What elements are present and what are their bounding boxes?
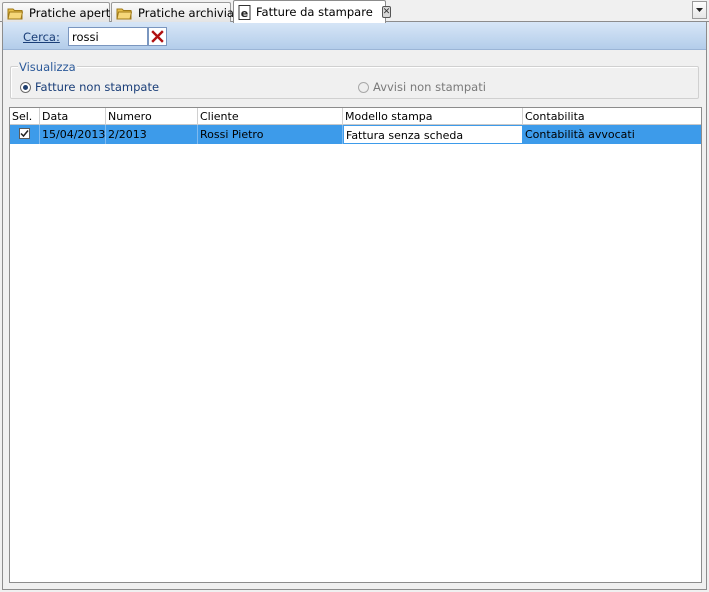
column-header-data[interactable]: Data	[40, 108, 106, 125]
tab-list-dropdown-button[interactable]	[692, 1, 707, 19]
document-e-icon: e	[238, 4, 251, 20]
svg-text:e: e	[241, 7, 248, 20]
cell-data[interactable]: 15/04/2013	[40, 125, 106, 144]
folder-icon	[7, 6, 24, 20]
radio-label: Avvisi non stampati	[373, 80, 486, 94]
tab-label: Fatture da stampare	[256, 5, 373, 19]
close-icon	[151, 30, 164, 43]
cell-modello-stampa[interactable]: Fattura senza scheda	[343, 125, 523, 144]
column-header-sel[interactable]: Sel.	[10, 108, 40, 125]
tab-pratiche-aperte[interactable]: Pratiche aperte	[2, 2, 117, 22]
tab-label: Pratiche aperte	[29, 5, 118, 20]
clear-search-button[interactable]	[148, 27, 167, 46]
tab-label: Pratiche archiviate	[138, 5, 246, 20]
chevron-down-icon	[696, 8, 703, 12]
search-bar: Cerca:	[3, 22, 706, 50]
folder-icon	[116, 6, 133, 20]
column-header-cliente[interactable]: Cliente	[198, 108, 343, 125]
checkmark-icon	[20, 130, 29, 138]
grid-header: Sel. Data Numero Cliente Modello stampa …	[10, 108, 701, 125]
tab-content-panel: Cerca: Visualizza Fatture non stampate A…	[2, 22, 707, 590]
radio-unselected-icon	[358, 81, 369, 93]
close-tab-icon[interactable]: ✕	[381, 6, 392, 18]
search-label: Cerca:	[23, 30, 60, 44]
view-options-legend: Visualizza	[18, 60, 77, 74]
radio-avvisi-non-stampati[interactable]: Avvisi non stampati	[358, 80, 486, 94]
column-header-numero[interactable]: Numero	[106, 108, 198, 125]
tab-fatture-da-stampare[interactable]: e Fatture da stampare ✕	[233, 0, 392, 23]
radio-selected-icon	[20, 81, 31, 93]
cell-cliente[interactable]: Rossi Pietro	[198, 125, 343, 144]
search-input[interactable]	[68, 27, 148, 46]
table-row[interactable]: 15/04/2013 2/2013 Rossi Pietro Fattura s…	[10, 125, 701, 144]
invoices-grid[interactable]: Sel. Data Numero Cliente Modello stampa …	[9, 107, 702, 583]
column-header-modello-stampa[interactable]: Modello stampa	[343, 108, 523, 125]
cell-numero[interactable]: 2/2013	[106, 125, 198, 144]
cell-contabilita[interactable]: Contabilità avvocati	[523, 125, 701, 144]
radio-label: Fatture non stampate	[35, 80, 160, 94]
select-checkbox[interactable]	[19, 128, 30, 139]
cell-sel[interactable]	[10, 125, 40, 144]
radio-fatture-non-stampate[interactable]: Fatture non stampate	[20, 80, 159, 94]
tab-strip: Pratiche aperte Pratiche archiviate e Fa…	[0, 0, 709, 23]
column-header-contabilita[interactable]: Contabilita	[523, 108, 701, 125]
tab-pratiche-archiviate[interactable]: Pratiche archiviate	[111, 2, 246, 22]
